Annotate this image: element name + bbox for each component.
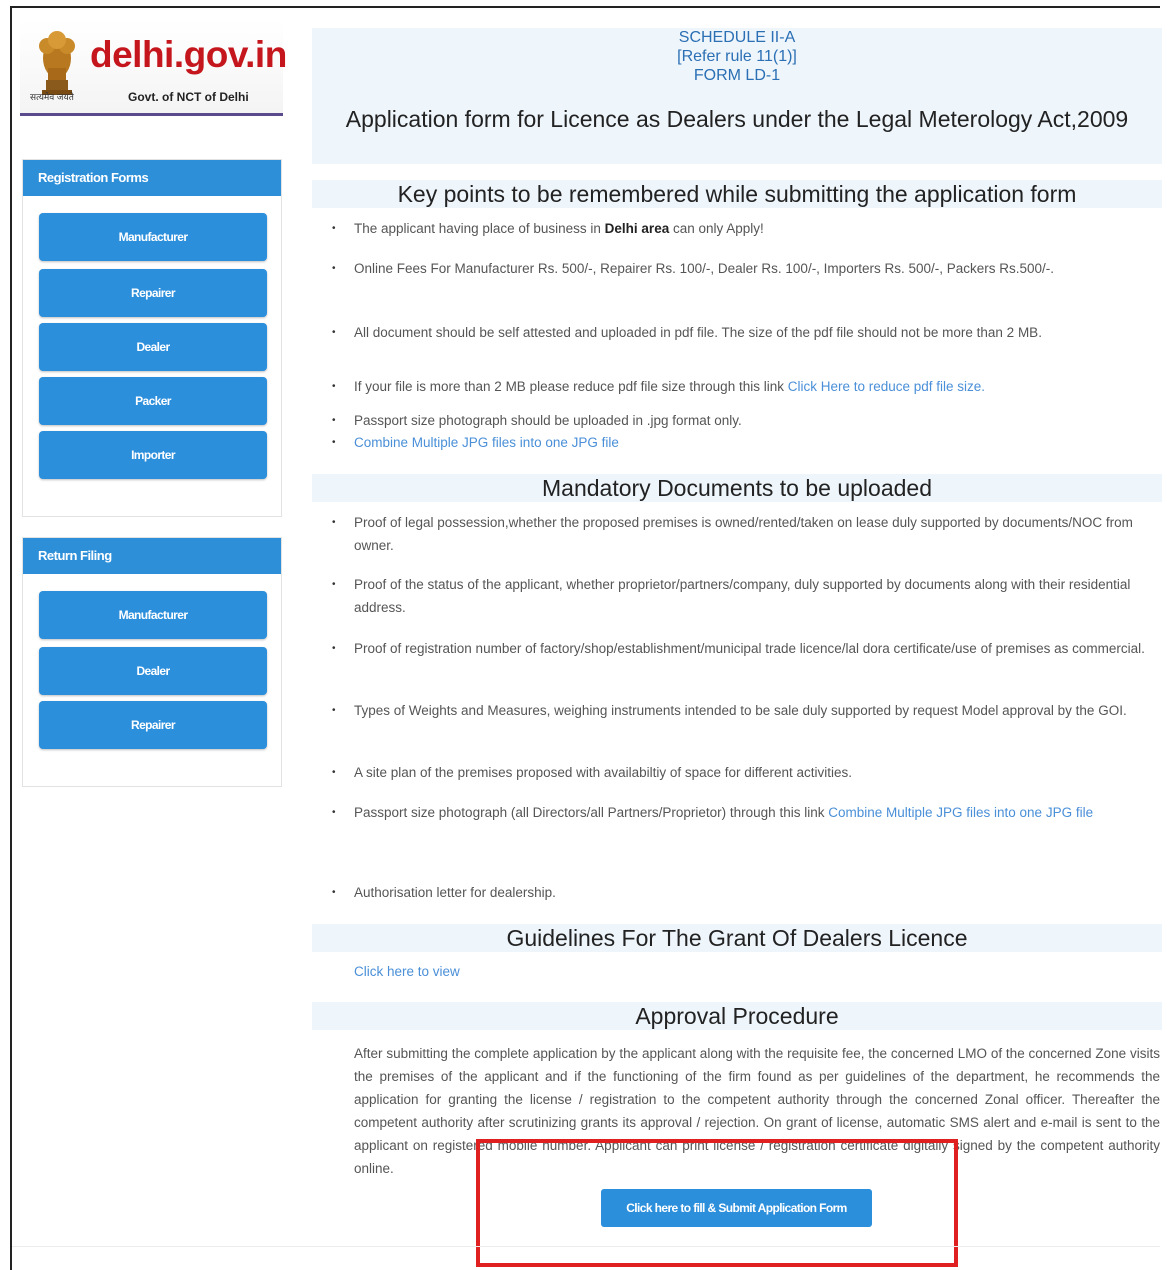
logo-subtitle: Govt. of NCT of Delhi — [128, 90, 249, 104]
approval-procedure-heading: Approval Procedure — [312, 1002, 1162, 1030]
schedule-header: SCHEDULE II-A [Refer rule 11(1)] FORM LD… — [312, 28, 1162, 164]
list-item: The applicant having place of business i… — [330, 217, 1145, 240]
registration-forms-title: Registration Forms — [23, 160, 281, 196]
national-emblem-icon — [39, 31, 75, 95]
registration-dealer-button[interactable]: Dealer — [39, 323, 267, 371]
registration-repairer-button[interactable]: Repairer — [39, 269, 267, 317]
list-item: Passport size photograph (all Directors/… — [330, 801, 1145, 824]
mandatory-documents-heading: Mandatory Documents to be uploaded — [312, 474, 1162, 502]
guidelines-heading: Guidelines For The Grant Of Dealers Lice… — [312, 924, 1162, 952]
list-item: Online Fees For Manufacturer Rs. 500/-, … — [330, 257, 1145, 280]
return-filing-title: Return Filing — [23, 538, 281, 574]
list-item: Types of Weights and Measures, weighing … — [330, 699, 1145, 722]
logo-motto: सत्यमेव जयते — [30, 92, 74, 102]
footer-divider — [12, 1246, 1160, 1247]
list-item: Combine Multiple JPG files into one JPG … — [330, 431, 1145, 454]
reduce-pdf-size-link[interactable]: Click Here to reduce pdf file size. — [788, 379, 985, 394]
key-points-heading: Key points to be remembered while submit… — [312, 180, 1162, 208]
registration-packer-button[interactable]: Packer — [39, 377, 267, 425]
list-item: Proof of the status of the applicant, wh… — [330, 573, 1145, 619]
combine-jpg-link-2[interactable]: Combine Multiple JPG files into one JPG … — [828, 805, 1093, 820]
registration-forms-panel: Registration Forms Manufacturer Repairer… — [22, 159, 282, 517]
return-filing-panel: Return Filing Manufacturer Dealer Repair… — [22, 537, 282, 787]
page-title: Application form for Licence as Dealers … — [345, 106, 1129, 132]
submit-application-button[interactable]: Click here to fill & Submit Application … — [601, 1189, 872, 1227]
return-manufacturer-button[interactable]: Manufacturer — [39, 591, 267, 639]
return-dealer-button[interactable]: Dealer — [39, 647, 267, 695]
list-item: Authorisation letter for dealership. — [330, 881, 1145, 904]
approval-procedure-text: After submitting the complete applicatio… — [354, 1046, 1160, 1176]
logo-site-name: delhi.gov.in — [90, 34, 287, 75]
list-item: Proof of legal possession,whether the pr… — [330, 511, 1145, 557]
list-item: If your file is more than 2 MB please re… — [330, 375, 1145, 398]
form-number: FORM LD-1 — [693, 67, 781, 84]
site-logo[interactable]: delhi.gov.in सत्यमेव जयते Govt. of NCT o… — [20, 20, 287, 116]
schedule-label: SCHEDULE II-A — [678, 29, 796, 46]
registration-manufacturer-button[interactable]: Manufacturer — [39, 213, 267, 261]
return-repairer-button[interactable]: Repairer — [39, 701, 267, 749]
rule-reference: [Refer rule 11(1)] — [677, 48, 797, 65]
list-item: A site plan of the premises proposed wit… — [330, 761, 1145, 784]
list-item: Proof of registration number of factory/… — [330, 637, 1145, 660]
combine-jpg-link[interactable]: Combine Multiple JPG files into one JPG … — [354, 435, 619, 450]
registration-importer-button[interactable]: Importer — [39, 431, 267, 479]
list-item: Passport size photograph should be uploa… — [330, 409, 1145, 432]
delhi-area-text: Delhi area — [604, 221, 670, 236]
list-item: All document should be self attested and… — [330, 321, 1145, 344]
guidelines-view-link[interactable]: Click here to view — [354, 964, 460, 979]
